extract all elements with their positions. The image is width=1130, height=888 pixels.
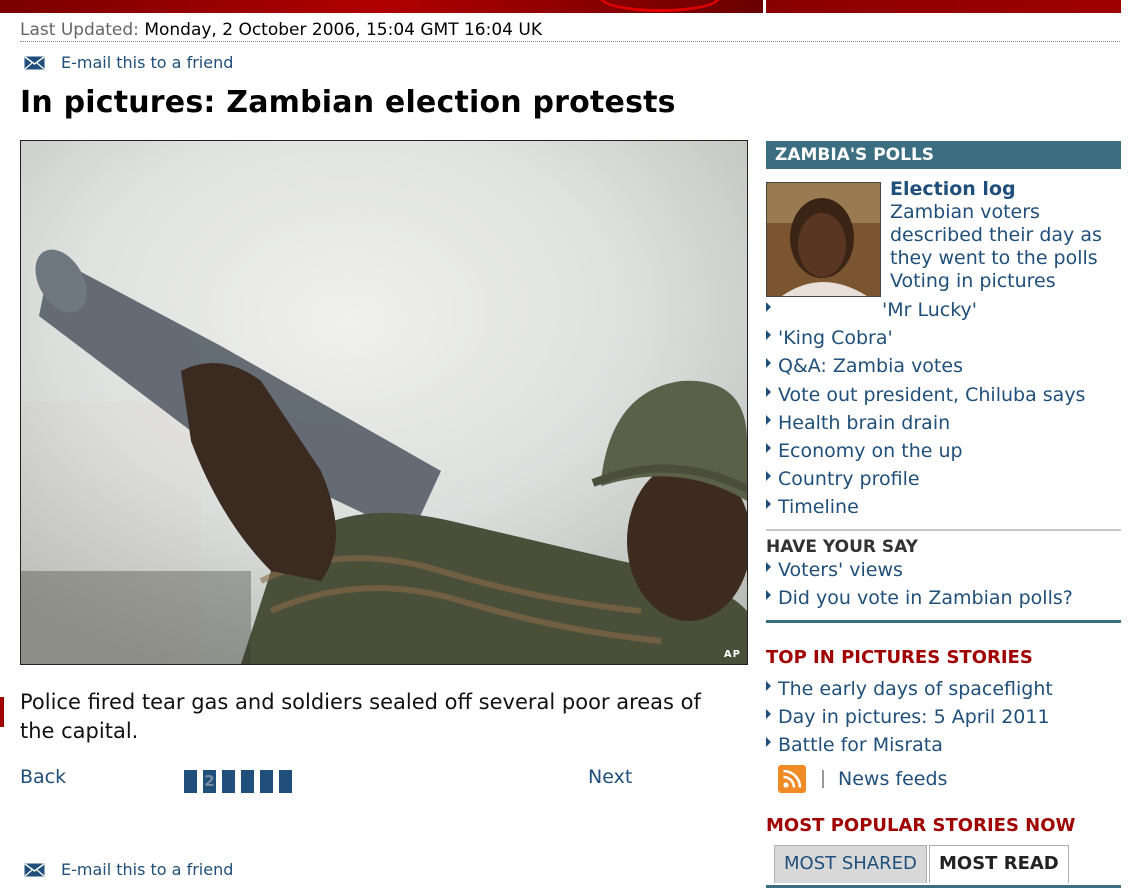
election-log-description: Zambian voters described their day as th… [890, 201, 1102, 269]
bullet-icon [766, 681, 771, 691]
top-pictures-heading: TOP IN PICTURES STORIES [766, 647, 1033, 668]
separator [822, 770, 824, 788]
soldier-firing-teargas-image [21, 141, 747, 664]
email-friend-bottom[interactable]: E-mail this to a friend [24, 859, 233, 881]
envelope-icon [24, 863, 45, 877]
list-item[interactable]: 'King Cobra' [766, 324, 1085, 352]
email-friend-link-bottom[interactable]: E-mail this to a friend [61, 859, 233, 881]
link-battle-for-misrata[interactable]: Battle for Misrata [778, 734, 943, 756]
link-king-cobra[interactable]: 'King Cobra' [778, 327, 893, 349]
top-pictures-links: The early days of spaceflight Day in pic… [766, 675, 1053, 760]
most-popular-tabs: MOST SHARED MOST READ [766, 845, 1121, 888]
election-log-thumbnail[interactable] [766, 182, 881, 297]
voting-in-pictures-link[interactable]: Voting in pictures [890, 270, 1056, 293]
bullet-icon [766, 709, 771, 720]
next-link[interactable]: Next [588, 766, 632, 788]
most-popular-heading: MOST POPULAR STORIES NOW [766, 815, 1076, 836]
list-item[interactable]: Day in pictures: 5 April 2011 [766, 703, 1053, 731]
sidebar-section-title: ZAMBIA'S POLLS [766, 141, 1121, 169]
list-item[interactable]: The early days of spaceflight [766, 675, 1053, 703]
page-button-4[interactable] [241, 770, 254, 793]
election-log-title[interactable]: Election log [890, 176, 1016, 202]
back-link[interactable]: Back [20, 766, 66, 788]
link-economy[interactable]: Economy on the up [778, 440, 963, 462]
photo-caption: Police fired tear gas and soldiers seale… [20, 690, 701, 743]
rss-glyph [783, 769, 802, 788]
link-voters-views[interactable]: Voters' views [778, 559, 903, 581]
news-photo: AP [20, 140, 748, 665]
bullet-icon [766, 442, 771, 453]
bullet-icon [766, 302, 771, 312]
bullet-icon [766, 414, 771, 425]
page-button-6[interactable] [279, 770, 292, 793]
bullet-icon [766, 330, 771, 341]
masthead-banner [0, 0, 763, 13]
bullet-icon [766, 590, 771, 601]
masthead-banner-right [766, 0, 1121, 13]
link-timeline[interactable]: Timeline [778, 496, 859, 518]
woman-portrait-image [767, 183, 880, 296]
banner-swoosh [600, 0, 720, 12]
bullet-icon [766, 386, 771, 397]
have-your-say-heading: HAVE YOUR SAY [766, 537, 918, 557]
link-mr-lucky[interactable]: 'Mr Lucky' [882, 299, 977, 321]
last-updated: Last Updated: Monday, 2 October 2006, 15… [20, 18, 1120, 42]
news-feeds: News feeds [778, 764, 947, 794]
page-button-3[interactable] [222, 770, 235, 793]
link-health-brain-drain[interactable]: Health brain drain [778, 412, 950, 434]
last-updated-value: Monday, 2 October 2006, 15:04 GMT 16:04 … [144, 20, 542, 40]
page-title: In pictures: Zambian election protests [20, 85, 676, 120]
tab-most-read[interactable]: MOST READ [929, 845, 1069, 883]
bullet-icon [766, 562, 771, 572]
photo-credit: AP [723, 649, 741, 660]
bullet-icon [766, 737, 771, 748]
link-qa-zambia-votes[interactable]: Q&A: Zambia votes [778, 355, 963, 377]
list-item[interactable]: Health brain drain [766, 409, 1085, 437]
page-button-5[interactable] [260, 770, 273, 793]
link-day-in-pictures[interactable]: Day in pictures: 5 April 2011 [778, 706, 1050, 728]
news-feeds-link[interactable]: News feeds [838, 768, 947, 790]
email-friend-top[interactable]: E-mail this to a friend [24, 52, 233, 74]
list-item[interactable]: 'Mr Lucky' [766, 296, 1085, 324]
rss-icon[interactable] [778, 765, 806, 793]
list-item[interactable]: Economy on the up [766, 437, 1085, 465]
link-did-you-vote[interactable]: Did you vote in Zambian polls? [778, 587, 1073, 609]
bullet-icon [766, 471, 771, 482]
bullet-icon [766, 358, 771, 369]
list-item[interactable]: Q&A: Zambia votes [766, 352, 1085, 380]
list-item[interactable]: Country profile [766, 465, 1085, 493]
link-vote-out-president[interactable]: Vote out president, Chiluba says [778, 384, 1085, 406]
related-links: 'Mr Lucky' 'King Cobra' Q&A: Zambia vote… [766, 296, 1085, 522]
list-item[interactable]: Did you vote in Zambian polls? [766, 584, 1073, 612]
page-button-1[interactable] [184, 770, 197, 793]
tab-most-shared[interactable]: MOST SHARED [774, 845, 927, 883]
list-item[interactable]: Voters' views [766, 556, 1073, 584]
page-button-2-current[interactable]: 2 [203, 770, 216, 793]
divider [766, 529, 1121, 531]
page-selector: 2 [184, 770, 292, 793]
link-country-profile[interactable]: Country profile [778, 468, 920, 490]
divider [766, 620, 1121, 623]
caption-marker [0, 697, 4, 727]
list-item[interactable]: Battle for Misrata [766, 731, 1053, 759]
link-spaceflight[interactable]: The early days of spaceflight [778, 678, 1053, 700]
last-updated-label: Last Updated: [20, 20, 139, 40]
email-friend-link[interactable]: E-mail this to a friend [61, 52, 233, 74]
have-your-say-links: Voters' views Did you vote in Zambian po… [766, 556, 1073, 612]
bullet-icon [766, 499, 771, 510]
list-item[interactable]: Vote out president, Chiluba says [766, 381, 1085, 409]
envelope-icon [24, 56, 45, 70]
list-item[interactable]: Timeline [766, 493, 1085, 521]
